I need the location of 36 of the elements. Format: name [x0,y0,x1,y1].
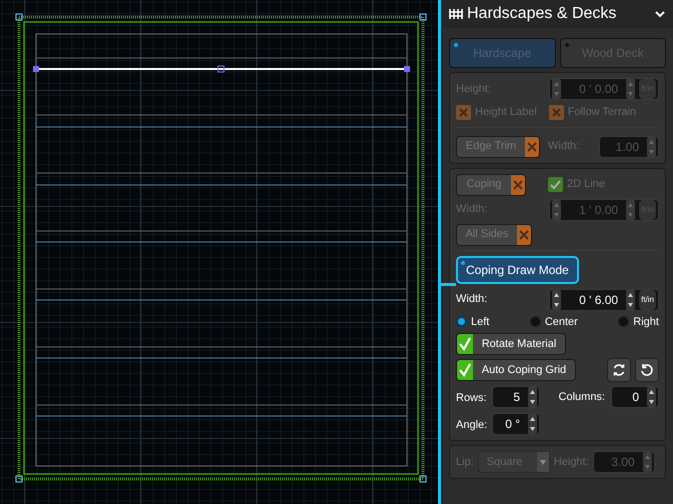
panel-title: Hardscapes & Decks [467,4,618,24]
radio-label[interactable]: Center [544,314,578,330]
spinner-icon[interactable] [647,387,656,407]
spinner-icon[interactable] [626,290,636,310]
fence-icon [449,8,463,20]
number-field[interactable]: 0 [611,386,659,408]
unit-label[interactable]: ft/in [639,290,656,310]
check-icon [457,334,473,354]
field-label: Width: [456,292,488,308]
reset-button[interactable] [635,358,659,382]
refresh-button[interactable] [607,358,631,382]
draw-mode-button[interactable]: Coping Draw Mode [456,256,579,284]
radio-button[interactable] [456,316,467,328]
chevron-down-icon[interactable] [655,10,665,18]
spinner-icon[interactable] [528,387,537,407]
spinner-icon[interactable] [552,290,561,310]
check-icon [457,360,473,380]
panel-header[interactable]: Hardscapes & Decks [441,0,673,28]
radio-button[interactable] [530,316,541,328]
field-label: Angle: [456,419,488,431]
field-label: Columns: [558,390,605,405]
x-icon [517,224,531,244]
spinner-icon[interactable] [528,414,537,434]
refresh-icon [612,363,626,377]
toggle-button[interactable]: Auto Coping Grid [456,359,576,381]
number-field[interactable]: 5 [492,386,540,408]
x-icon [525,136,539,156]
x-icon [511,174,525,194]
radio-label[interactable]: Right [633,314,659,330]
toggle-button[interactable]: Rotate Material [456,333,566,355]
undo-icon [640,363,654,377]
radio-label[interactable]: Left [471,314,490,330]
radio-button[interactable] [618,316,630,328]
number-field[interactable]: 0 ° [492,413,540,435]
field-label: Rows: [456,392,487,404]
number-field[interactable]: 0 ' 6.00 ft/in [549,288,659,310]
